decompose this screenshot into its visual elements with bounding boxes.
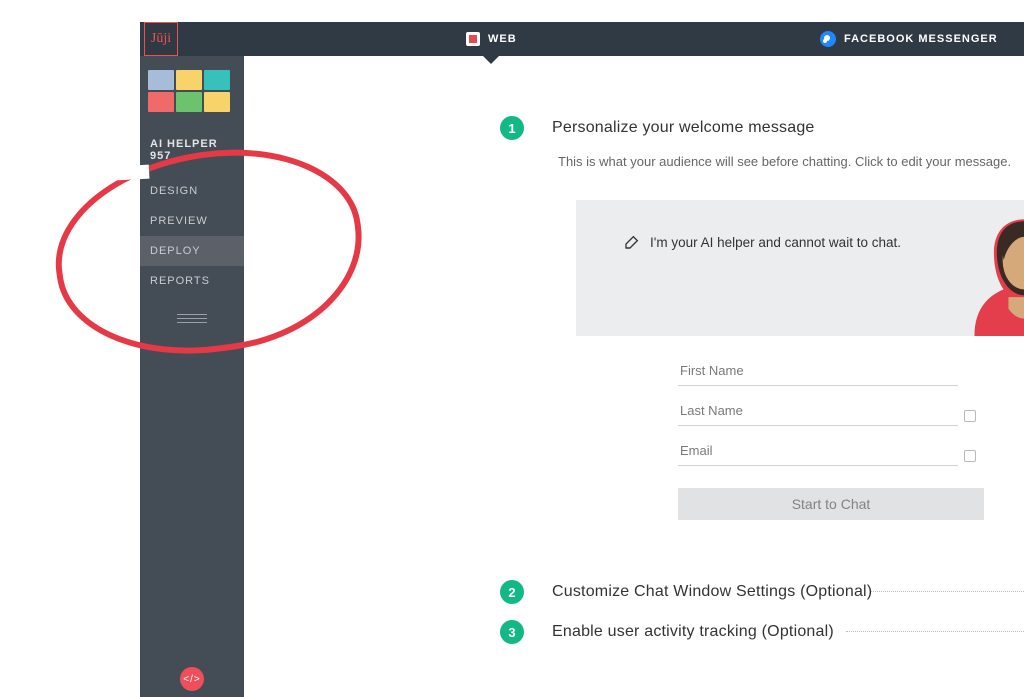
last-name-input[interactable] (678, 396, 958, 426)
tab-facebook-messenger[interactable]: FACEBOOK MESSENGER (820, 31, 998, 47)
sidebar-nav: DESIGN PREVIEW DEPLOY REPORTS (140, 176, 244, 296)
welcome-message-edit[interactable]: I'm your AI helper and cannot wait to ch… (576, 200, 901, 250)
avatar-thumb (204, 70, 230, 90)
top-bar: Jūji WEB FACEBOOK MESSENGER (140, 22, 1024, 56)
logo[interactable]: Jūji (144, 22, 178, 56)
avatar-thumb (204, 92, 230, 112)
step-1-header[interactable]: 1 Personalize your welcome message ▾ (500, 116, 1024, 140)
sidebar-item-design[interactable]: DESIGN (140, 176, 244, 206)
tab-web[interactable]: WEB (466, 32, 517, 46)
app-window: Jūji WEB FACEBOOK MESSENGER AI HELPER 95… (140, 22, 1024, 697)
sidebar-item-reports[interactable]: REPORTS (140, 266, 244, 296)
chatbot-avatar (962, 200, 1024, 336)
start-to-chat-button[interactable]: Start to Chat (678, 488, 984, 520)
last-name-required-checkbox[interactable] (964, 410, 976, 422)
pencil-icon (624, 234, 640, 250)
sidebar-item-preview[interactable]: PREVIEW (140, 206, 244, 236)
tab-web-label: WEB (488, 33, 517, 45)
avatar-thumb (176, 92, 202, 112)
tab-fb-label: FACEBOOK MESSENGER (844, 33, 998, 45)
signup-form: Start to Chat (678, 356, 980, 520)
active-tab-caret-icon (483, 56, 499, 64)
welcome-message-text: I'm your AI helper and cannot wait to ch… (650, 235, 901, 250)
avatar-thumb (176, 70, 202, 90)
step-1-helper-text: This is what your audience will see befo… (558, 154, 1011, 169)
welcome-message-card[interactable]: I'm your AI helper and cannot wait to ch… (576, 200, 1024, 336)
main-content: 1 Personalize your welcome message ▾ Thi… (244, 90, 1024, 697)
first-name-input[interactable] (678, 356, 958, 386)
sidebar: AI HELPER 957 DESIGN PREVIEW DEPLOY REPO… (140, 56, 244, 697)
sidebar-item-deploy[interactable]: DEPLOY (140, 236, 244, 266)
avatar-thumb (148, 92, 174, 112)
step-1-number: 1 (500, 116, 524, 140)
step-3-header[interactable]: 3 Enable user activity tracking (Optiona… (500, 620, 1024, 644)
step-2-number: 2 (500, 580, 524, 604)
email-required-checkbox[interactable] (964, 450, 976, 462)
avatar-thumb (148, 70, 174, 90)
step-2-title: Customize Chat Window Settings (Optional… (552, 583, 872, 601)
web-icon (466, 32, 480, 46)
project-name: AI HELPER 957 (140, 120, 244, 166)
step-3-number: 3 (500, 620, 524, 644)
step-1-title: Personalize your welcome message (552, 119, 815, 137)
step-3-title: Enable user activity tracking (Optional) (552, 623, 834, 641)
email-input[interactable] (678, 436, 958, 466)
messenger-icon (820, 31, 836, 47)
step-2-header[interactable]: 2 Customize Chat Window Settings (Option… (500, 580, 1024, 604)
code-badge-icon[interactable]: </> (180, 667, 204, 691)
sidebar-divider-icon[interactable] (177, 314, 207, 323)
project-avatars[interactable] (140, 56, 244, 120)
